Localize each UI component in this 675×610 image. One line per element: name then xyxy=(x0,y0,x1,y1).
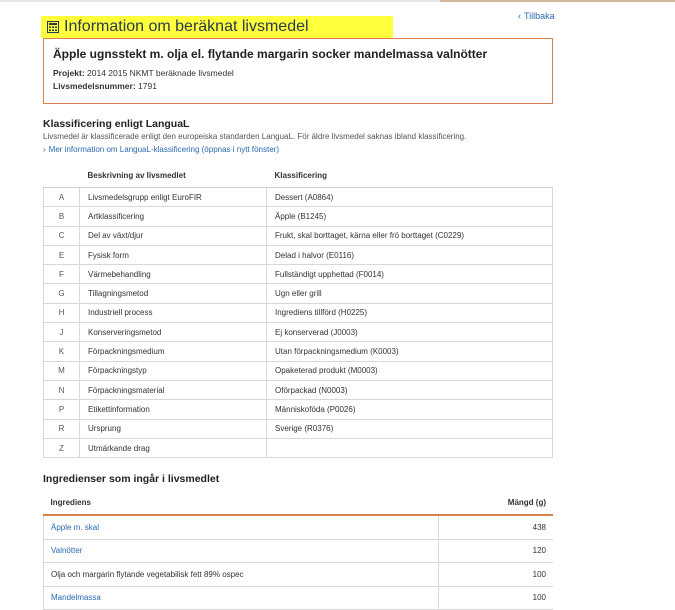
ingredients-table: Ingrediens Mängd (g) Äpple m. skal 438 Val… xyxy=(43,491,553,610)
classification-column-header: Klassificering xyxy=(266,163,553,188)
page-title-text: Information om beräknat livsmedel xyxy=(64,17,309,35)
table-row: B Artklassificering Äpple (B1245) xyxy=(43,206,553,227)
langual-code: J xyxy=(43,322,80,343)
langual-code: G xyxy=(43,283,80,304)
page-title: Information om beräknat livsmedel xyxy=(41,15,393,38)
food-info-box: Äpple ugnsstekt m. olja el. flytande mar… xyxy=(43,38,553,104)
table-row: Z Utmärkande drag xyxy=(43,437,553,459)
langual-classification-cell: Äpple (B1245) xyxy=(266,206,553,227)
langual-description-cell: Utmärkande drag xyxy=(79,437,267,459)
langual-description-cell: Förpackningsmaterial xyxy=(79,379,267,401)
table-row: R Ursprung Sverige (R0376) xyxy=(43,418,553,439)
back-link[interactable]: ‹ Tillbaka xyxy=(518,11,555,21)
langual-code: B xyxy=(43,206,80,227)
langual-classification-cell: Utan förpackningsmedium (K0003) xyxy=(266,341,553,362)
langual-description: Livsmedel är klassificerade enligt den e… xyxy=(43,132,467,141)
langual-description-cell: Artklassificering xyxy=(79,206,267,227)
chevron-left-icon: ‹ xyxy=(518,11,521,21)
back-link-label: Tillbaka xyxy=(524,11,555,21)
food-name: Äpple ugnsstekt m. olja el. flytande mar… xyxy=(53,47,488,61)
langual-description-cell: Värmebehandling xyxy=(79,264,267,285)
langual-classification-cell: Delad i halvor (E0116) xyxy=(266,244,553,266)
langual-more-link[interactable]: › Mer information om LanguaL-klassificeri… xyxy=(43,145,279,154)
chevron-right-icon: › xyxy=(43,145,46,154)
langual-classification-cell: Ingrediens tillförd (H0225) xyxy=(266,302,553,324)
table-row: P Etikettinformation Människoföda (P0026) xyxy=(43,399,553,420)
amount-column-header: Mängd (g) xyxy=(438,491,553,516)
langual-description-cell: Del av växt/djur xyxy=(79,225,267,246)
ingredient-amount: 438 xyxy=(438,515,553,540)
top-divider-accent xyxy=(440,0,675,2)
table-row: C Del av växt/djur Frukt, skal borttaget, … xyxy=(43,225,553,246)
ingredient-link[interactable]: Äpple m. skal xyxy=(43,515,439,540)
langual-description-cell: Förpackningstyp xyxy=(79,360,267,381)
langual-code: R xyxy=(43,418,80,439)
table-row: N Förpackningsmaterial Oförpackad (N0003) xyxy=(43,379,553,401)
langual-classification-cell: Dessert (A0864) xyxy=(266,186,553,208)
table-row: G Tillagningsmetod Ugn eller grill xyxy=(43,283,553,304)
langual-classification-cell: Ej konserverad (J0003) xyxy=(266,322,553,343)
ingredients-title: Ingredienser som ingår i livsmedlet xyxy=(43,473,220,485)
langual-description-cell: Tillagningsmetod xyxy=(79,283,267,304)
calculator-icon xyxy=(47,20,59,33)
langual-description-cell: Fysisk form xyxy=(79,244,267,266)
food-number-row: Livsmedelsnummer: 1791 xyxy=(53,80,543,93)
ingredient-amount: 100 xyxy=(438,562,553,587)
table-row: M Förpackningstyp Opaketerad produkt (M000… xyxy=(43,360,553,381)
langual-code: A xyxy=(43,186,80,208)
langual-code: K xyxy=(43,341,80,362)
langual-table-header: Beskrivning av livsmedlet Klassificering xyxy=(43,163,553,188)
langual-description-cell: Industriell process xyxy=(79,302,267,324)
langual-classification-cell xyxy=(266,437,553,459)
langual-description-cell: Förpackningsmedium xyxy=(79,341,267,362)
langual-code: M xyxy=(43,360,80,381)
table-row: E Fysisk form Delad i halvor (E0116) xyxy=(43,244,553,266)
table-row: Äpple m. skal 438 xyxy=(43,515,553,540)
food-number-value: 1791 xyxy=(138,81,157,91)
ingredient-column-header: Ingrediens xyxy=(43,491,439,516)
langual-classification-cell: Fullständigt upphettad (F0014) xyxy=(266,264,553,285)
langual-description-cell: Etikettinformation xyxy=(79,399,267,420)
ingredient-name: Olja och margarin flytande vegetabilisk … xyxy=(43,562,439,587)
langual-code: C xyxy=(43,225,80,246)
langual-classification-cell: Opaketerad produkt (M0003) xyxy=(266,360,553,381)
langual-description-cell: Ursprung xyxy=(79,418,267,439)
langual-description-cell: Livsmedelsgrupp enligt EuroFIR xyxy=(79,186,267,208)
code-column-header xyxy=(43,163,80,188)
langual-description-cell: Konserveringsmetod xyxy=(79,322,267,343)
langual-classification-cell: Ugn eller grill xyxy=(266,283,553,304)
langual-title: Klassificering enligt LanguaL xyxy=(43,118,190,130)
langual-code: E xyxy=(43,244,80,266)
table-row: J Konserveringsmetod Ej konserverad (J0003… xyxy=(43,322,553,343)
langual-table: Beskrivning av livsmedlet Klassificering… xyxy=(43,163,553,459)
langual-code: F xyxy=(43,264,80,285)
food-number-label: Livsmedelsnummer: xyxy=(53,81,136,91)
langual-code: H xyxy=(43,302,80,324)
langual-more-link-label: Mer information om LanguaL-klassificerin… xyxy=(48,145,279,154)
table-row: K Förpackningsmedium Utan förpackningsmedi… xyxy=(43,341,553,362)
ingredients-table-header: Ingrediens Mängd (g) xyxy=(43,491,553,516)
langual-classification-cell: Människoföda (P0026) xyxy=(266,399,553,420)
description-column-header: Beskrivning av livsmedlet xyxy=(79,163,267,188)
project-row: Projekt: 2014 2015 NKMT beräknade livsme… xyxy=(53,67,543,80)
table-row: F Värmebehandling Fullständigt upphettad (… xyxy=(43,264,553,285)
ingredient-link[interactable]: Valnötter xyxy=(43,539,439,563)
langual-code: P xyxy=(43,399,80,420)
ingredient-amount: 120 xyxy=(438,539,553,563)
table-row: Valnötter 120 xyxy=(43,539,553,563)
table-row: Olja och margarin flytande vegetabilisk … xyxy=(43,562,553,587)
project-label: Projekt: xyxy=(53,68,85,78)
langual-code: Z xyxy=(43,437,80,459)
langual-classification-cell: Sverige (R0376) xyxy=(266,418,553,439)
langual-classification-cell: Frukt, skal borttaget, kärna eller frö b… xyxy=(266,225,553,246)
table-row: H Industriell process Ingrediens tillförd … xyxy=(43,302,553,324)
langual-code: N xyxy=(43,379,80,401)
project-value: 2014 2015 NKMT beräknade livsmedel xyxy=(87,68,234,78)
table-row: A Livsmedelsgrupp enligt EuroFIR Dessert (… xyxy=(43,186,553,208)
langual-classification-cell: Oförpackad (N0003) xyxy=(266,379,553,401)
